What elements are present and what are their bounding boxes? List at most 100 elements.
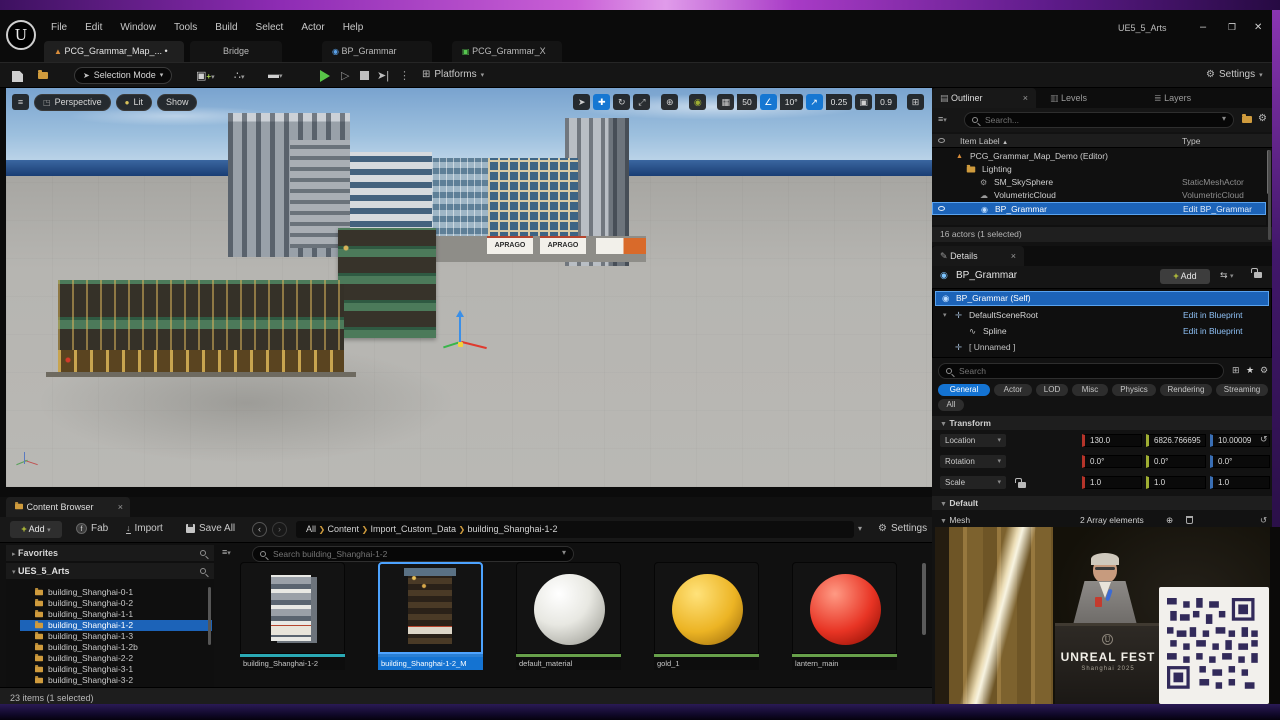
folder-building-shanghai-1-3[interactable]: building_Shanghai-1-3 <box>20 631 212 642</box>
add-button[interactable]: + Add ▾ <box>10 521 62 538</box>
menu-file[interactable]: File <box>42 19 76 36</box>
folder-building-shanghai-3-1[interactable]: building_Shanghai-3-1 <box>20 664 212 675</box>
maximize-viewport-icon[interactable]: ⊞ <box>907 94 924 110</box>
cinematics-dropdown[interactable]: ▬▾ <box>268 69 283 81</box>
new-folder-icon[interactable] <box>1242 116 1252 123</box>
folder-building-shanghai-0-1[interactable]: building_Shanghai-0-1 <box>20 587 212 598</box>
project-root-header[interactable]: ▾ UES_5_Arts <box>6 563 214 579</box>
tab-details[interactable]: ✎ Details × <box>932 246 1024 266</box>
save-icon[interactable] <box>12 71 23 82</box>
rotation-snap-icon[interactable]: ∠ <box>760 94 777 110</box>
lock-icon[interactable] <box>1254 272 1262 278</box>
world-space-icon[interactable]: ⊕ <box>661 94 678 110</box>
filter-icon[interactable]: ≡▾ <box>938 114 947 124</box>
stop-button[interactable] <box>360 71 369 80</box>
favorites-star-icon[interactable]: ★ <box>1246 365 1254 376</box>
favorites-header[interactable]: ▸ Favorites <box>6 545 214 561</box>
outliner-row-partial[interactable] <box>932 217 1266 225</box>
location-y-field[interactable]: 6826.766695 <box>1146 434 1206 447</box>
asset-tile-lantern-material[interactable]: lantern_main <box>792 562 897 677</box>
grid-snap-value[interactable]: 50 <box>737 94 756 110</box>
clear-array-icon[interactable] <box>1186 516 1193 524</box>
chevron-down-icon[interactable]: ▾ <box>562 548 566 557</box>
tab-bridge[interactable]: Bridge <box>190 41 282 62</box>
rotation-snap-value[interactable]: 10° <box>780 94 803 110</box>
mesh-array-row[interactable]: ▼ Mesh 2 Array elements ⊕ ↺ <box>932 512 1272 528</box>
tab-outliner[interactable]: ▤ Outliner × <box>932 88 1036 108</box>
outliner-search-box[interactable]: ▾ <box>964 112 1234 128</box>
category-lod[interactable]: LOD <box>1036 384 1068 396</box>
folder-building-shanghai-3-2[interactable]: building_Shanghai-3-2 <box>20 675 212 686</box>
scale-tool-icon[interactable]: ⤢ <box>633 94 650 110</box>
import-button[interactable]: ↓Import <box>126 523 163 534</box>
scale-dropdown[interactable]: Scale ▾ <box>940 476 1006 489</box>
scale-x-field[interactable]: 1.0 <box>1082 476 1142 489</box>
category-streaming[interactable]: Streaming <box>1216 384 1268 396</box>
menu-help[interactable]: Help <box>334 19 373 36</box>
perspective-dropdown[interactable]: ◳Perspective <box>34 94 111 111</box>
menu-window[interactable]: Window <box>111 19 165 36</box>
cb-settings-dropdown[interactable]: ⚙Settings <box>878 523 927 534</box>
reset-location-icon[interactable]: ↺ <box>1260 434 1268 445</box>
reset-mesh-icon[interactable]: ↺ <box>1260 512 1267 528</box>
edit-in-blueprint-link[interactable]: Edit in Blueprint <box>1183 308 1243 323</box>
settings-dropdown[interactable]: ⚙ Settings ▾ <box>1206 69 1263 80</box>
cb-filter-icon[interactable]: ≡▾ <box>222 547 242 563</box>
search-icon[interactable] <box>200 550 206 556</box>
camera-speed-value[interactable]: 0.9 <box>875 94 897 110</box>
show-dropdown[interactable]: Show <box>157 94 198 111</box>
scale-snap-value[interactable]: 0.25 <box>826 94 853 110</box>
platforms-dropdown[interactable]: ⊞ Platforms ▾ <box>422 69 484 80</box>
camera-speed-icon[interactable]: ▣ <box>855 94 872 110</box>
transform-section-header[interactable]: ▼ Transform <box>932 416 1272 430</box>
close-icon[interactable]: × <box>1023 88 1028 108</box>
outliner-search-input[interactable] <box>985 113 1210 127</box>
grid-snap-icon[interactable]: ▦ <box>717 94 734 110</box>
minimize-button[interactable]: – <box>1200 21 1206 33</box>
column-type[interactable]: Type <box>1182 134 1200 148</box>
back-icon[interactable]: ‹ <box>252 522 267 537</box>
location-dropdown[interactable]: Location ▾ <box>940 434 1006 447</box>
folder-building-shanghai-1-1[interactable]: building_Shanghai-1-1 <box>20 609 212 620</box>
tab-levels[interactable]: ▥ Levels <box>1050 88 1087 108</box>
menu-edit[interactable]: Edit <box>76 19 111 36</box>
outliner-settings-gear-icon[interactable]: ⚙ <box>1258 113 1267 124</box>
transform-gizmo[interactable] <box>447 316 491 364</box>
folder-building-shanghai-0-2[interactable]: building_Shanghai-0-2 <box>20 598 212 609</box>
level-viewport[interactable]: WackyDonuts APRAGO APRAGO <box>6 88 932 487</box>
blueprints-dropdown[interactable]: ∴▾ <box>234 69 245 82</box>
convert-actor-icon[interactable]: ⇆ ▾ <box>1220 270 1234 281</box>
forward-icon[interactable]: › <box>272 522 287 537</box>
category-actor[interactable]: Actor <box>994 384 1032 396</box>
asset-tile-gold-material[interactable]: gold_1 <box>654 562 759 677</box>
eject-button[interactable]: ➤| <box>377 69 389 82</box>
outliner-row-skysphere[interactable]: ⚙ SM_SkySphere StaticMeshActor <box>932 176 1266 189</box>
rotation-z-field[interactable]: 0.0° <box>1210 455 1270 468</box>
cb-search-box[interactable]: ▾ <box>252 546 574 562</box>
surface-snap-icon[interactable]: ◉ <box>689 94 706 110</box>
search-icon[interactable] <box>200 568 206 574</box>
rotation-x-field[interactable]: 0.0° <box>1082 455 1142 468</box>
breadcrumb-all[interactable]: All <box>306 524 316 534</box>
rotation-dropdown[interactable]: Rotation ▾ <box>940 455 1006 468</box>
close-icon[interactable]: × <box>118 497 123 517</box>
outliner-row-volumetriccloud[interactable]: ☁ VolumetricCloud VolumetricCloud <box>932 189 1266 202</box>
move-tool-icon[interactable]: ✚ <box>593 94 610 110</box>
breadcrumb-import-custom-data[interactable]: Import_Custom_Data <box>370 524 456 534</box>
scale-y-field[interactable]: 1.0 <box>1146 476 1206 489</box>
fab-button[interactable]: fFab <box>76 523 108 534</box>
scale-snap-icon[interactable]: ↗ <box>806 94 823 110</box>
component-unnamed[interactable]: ✛ [ Unnamed ] <box>935 340 1269 355</box>
maximize-button[interactable]: ❐ <box>1228 22 1236 33</box>
details-search-input[interactable] <box>959 364 1209 378</box>
frame-skip-button[interactable]: ▷ <box>341 69 349 82</box>
menu-select[interactable]: Select <box>247 19 293 36</box>
rotate-tool-icon[interactable]: ↻ <box>613 94 630 110</box>
tab-content-browser[interactable]: Content Browser × <box>6 497 130 517</box>
save-all-button[interactable]: Save All <box>186 523 235 534</box>
scale-z-field[interactable]: 1.0 <box>1210 476 1270 489</box>
add-array-element-icon[interactable]: ⊕ <box>1166 512 1173 528</box>
details-search-box[interactable] <box>938 363 1224 379</box>
breadcrumb-content[interactable]: Content <box>327 524 359 534</box>
path-chevron-icon[interactable]: ▾ <box>858 524 862 533</box>
